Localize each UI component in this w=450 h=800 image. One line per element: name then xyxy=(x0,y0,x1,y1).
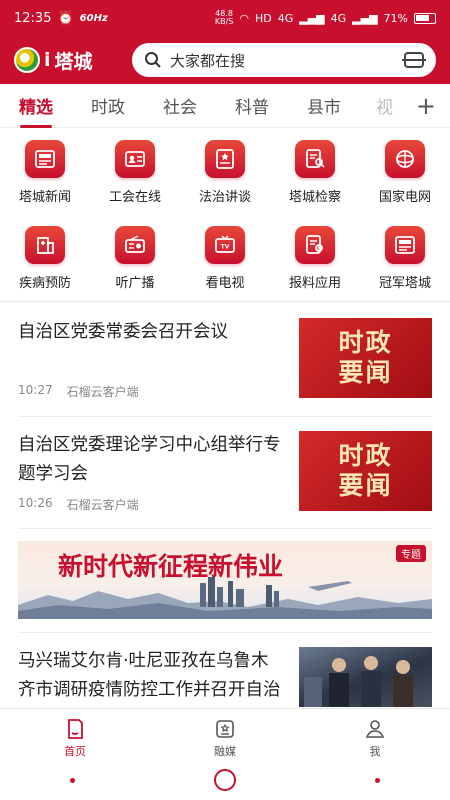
banner-tag: 专题 xyxy=(396,545,426,562)
radio-icon xyxy=(115,226,155,264)
tab-video[interactable]: 视 xyxy=(360,93,396,118)
signal-4g-1: 4G xyxy=(277,11,294,25)
grid-globe-icon xyxy=(385,140,425,178)
tab-counties[interactable]: 县市 xyxy=(288,93,360,118)
news-meta: 10:27 石榴云客户端 xyxy=(18,383,139,400)
news-photo xyxy=(299,647,432,707)
news-item[interactable]: 自治区党委理论学习中心组举行专题学习会 10:26 石榴云客户端 时政 要闻 xyxy=(18,431,432,513)
id-card-icon xyxy=(115,140,155,178)
grid-item-procuratorate[interactable]: 塔城检察 xyxy=(270,140,360,216)
grid-item-tv[interactable]: TV 看电视 xyxy=(180,226,270,302)
news-meta: 10:26 石榴云客户端 xyxy=(18,496,139,513)
grid-item-champion-tacheng[interactable]: 冠军塔城 xyxy=(360,226,450,302)
signal-icon-2: ▂▄▆ xyxy=(352,11,378,25)
section-divider xyxy=(0,300,450,303)
grid-label: 看电视 xyxy=(205,276,245,291)
grid-label: 听广播 xyxy=(115,276,155,291)
refresh-rate: 60Hz xyxy=(79,12,108,24)
trophy-icon xyxy=(385,226,425,264)
back-button[interactable] xyxy=(375,777,381,783)
tab-selected[interactable]: 精选 xyxy=(0,93,72,128)
hd-label: HD xyxy=(254,11,272,25)
nav-me[interactable]: 我 xyxy=(300,709,450,760)
report-icon xyxy=(295,226,335,264)
logo-mark-icon xyxy=(14,47,40,73)
news-divider xyxy=(18,632,432,633)
status-time: 12:35 xyxy=(14,10,52,26)
media-icon xyxy=(216,720,234,738)
status-bar: 12:35 ⏰ 60Hz 48.8 KB/S ◠ HD 4G ▂▄▆ 4G ▂▄… xyxy=(0,0,450,36)
grid-item-radio[interactable]: 听广播 xyxy=(90,226,180,302)
news-divider xyxy=(18,528,432,529)
wifi-icon: ◠ xyxy=(239,11,249,25)
grid-label: 国家电网 xyxy=(378,190,431,205)
nav-label: 融媒 xyxy=(214,745,236,758)
signal-icon: ▂▄▆ xyxy=(299,11,325,25)
grid-label: 塔城新闻 xyxy=(18,190,71,205)
grid-item-report[interactable]: 报料应用 xyxy=(270,226,360,302)
news-source: 石榴云客户端 xyxy=(66,385,139,399)
grid-item-law-talk[interactable]: 法治讲谈 xyxy=(180,140,270,216)
user-icon xyxy=(365,720,385,738)
category-tabs: 精选 时政 社会 科普 县市 视 + xyxy=(0,84,450,128)
tv-icon: TV xyxy=(205,226,245,264)
news-thumbnail: 时政 要闻 xyxy=(299,431,432,511)
news-thumbnail: 时政 要闻 xyxy=(299,318,432,398)
nav-label: 首页 xyxy=(64,745,86,758)
newspaper-icon xyxy=(25,140,65,178)
grid-item-state-grid[interactable]: 国家电网 xyxy=(360,140,450,216)
grid-item-disease-prevention[interactable]: 疾病预防 xyxy=(0,226,90,302)
topic-banner[interactable]: 新时代新征程新伟业 专题 xyxy=(18,541,432,619)
service-grid: 塔城新闻 工会在线 法治讲谈 塔城检察 国家电网 疾病预防 听广播 TV 看电视… xyxy=(0,140,450,302)
app-header: i 塔城 大家都在搜 xyxy=(0,36,450,84)
logo-text: 塔城 xyxy=(54,50,93,73)
people-photo-illustration xyxy=(304,656,413,707)
news-title: 马兴瑞艾尔肯·吐尼亚孜在乌鲁木齐市调研疫情防控工作并召开自治区新冠肺炎疫 xyxy=(18,651,281,700)
grid-label: 法治讲谈 xyxy=(198,190,251,205)
news-source: 石榴云客户端 xyxy=(66,498,139,512)
grid-label: 工会在线 xyxy=(108,190,161,205)
network-speed: 48.8 KB/S xyxy=(214,9,234,26)
news-title: 自治区党委常委会召开会议 xyxy=(18,322,228,342)
search-placeholder: 大家都在搜 xyxy=(170,51,246,70)
home-icon xyxy=(68,719,83,739)
tab-politics[interactable]: 时政 xyxy=(72,93,144,118)
grid-label: 疾病预防 xyxy=(18,276,71,291)
add-tab-icon[interactable]: + xyxy=(416,92,436,120)
logo-letter: i xyxy=(44,49,51,71)
scan-icon[interactable] xyxy=(402,52,426,68)
battery-percent: 71% xyxy=(383,11,408,25)
news-divider xyxy=(18,416,432,417)
battery-icon xyxy=(414,12,436,24)
nav-home[interactable]: 首页 xyxy=(0,709,150,760)
alarm-icon: ⏰ xyxy=(57,10,74,26)
menu-button[interactable] xyxy=(69,777,75,783)
news-time: 10:27 xyxy=(18,383,53,397)
nav-label: 我 xyxy=(369,745,381,758)
svg-text:TV: TV xyxy=(221,244,230,251)
tab-society[interactable]: 社会 xyxy=(144,93,216,118)
document-search-icon xyxy=(295,140,335,178)
grid-label: 报料应用 xyxy=(288,276,341,291)
grid-label: 冠军塔城 xyxy=(378,276,431,291)
system-home-button[interactable] xyxy=(213,769,236,791)
bottom-nav: 首页 融媒 我 xyxy=(0,708,450,760)
tab-science[interactable]: 科普 xyxy=(216,93,288,118)
news-title: 自治区党委理论学习中心组举行专题学习会 xyxy=(18,435,281,484)
news-item[interactable]: 马兴瑞艾尔肯·吐尼亚孜在乌鲁木齐市调研疫情防控工作并召开自治区新冠肺炎疫 xyxy=(18,647,432,707)
app-logo[interactable]: i 塔城 xyxy=(14,47,124,74)
news-item[interactable]: 自治区党委常委会召开会议 10:27 石榴云客户端 时政 要闻 xyxy=(18,318,432,400)
hospital-icon xyxy=(25,226,65,264)
banner-title: 新时代新征程新伟业 xyxy=(58,552,284,581)
system-nav-bar xyxy=(0,760,450,800)
news-time: 10:26 xyxy=(18,496,53,510)
nav-media[interactable]: 融媒 xyxy=(150,709,300,760)
search-bar[interactable]: 大家都在搜 xyxy=(132,43,436,77)
certificate-icon xyxy=(205,140,245,178)
grid-label: 塔城检察 xyxy=(288,190,341,205)
signal-4g-2: 4G xyxy=(330,11,347,25)
grid-item-union-online[interactable]: 工会在线 xyxy=(90,140,180,216)
grid-item-tacheng-news[interactable]: 塔城新闻 xyxy=(0,140,90,216)
search-icon xyxy=(145,52,161,68)
